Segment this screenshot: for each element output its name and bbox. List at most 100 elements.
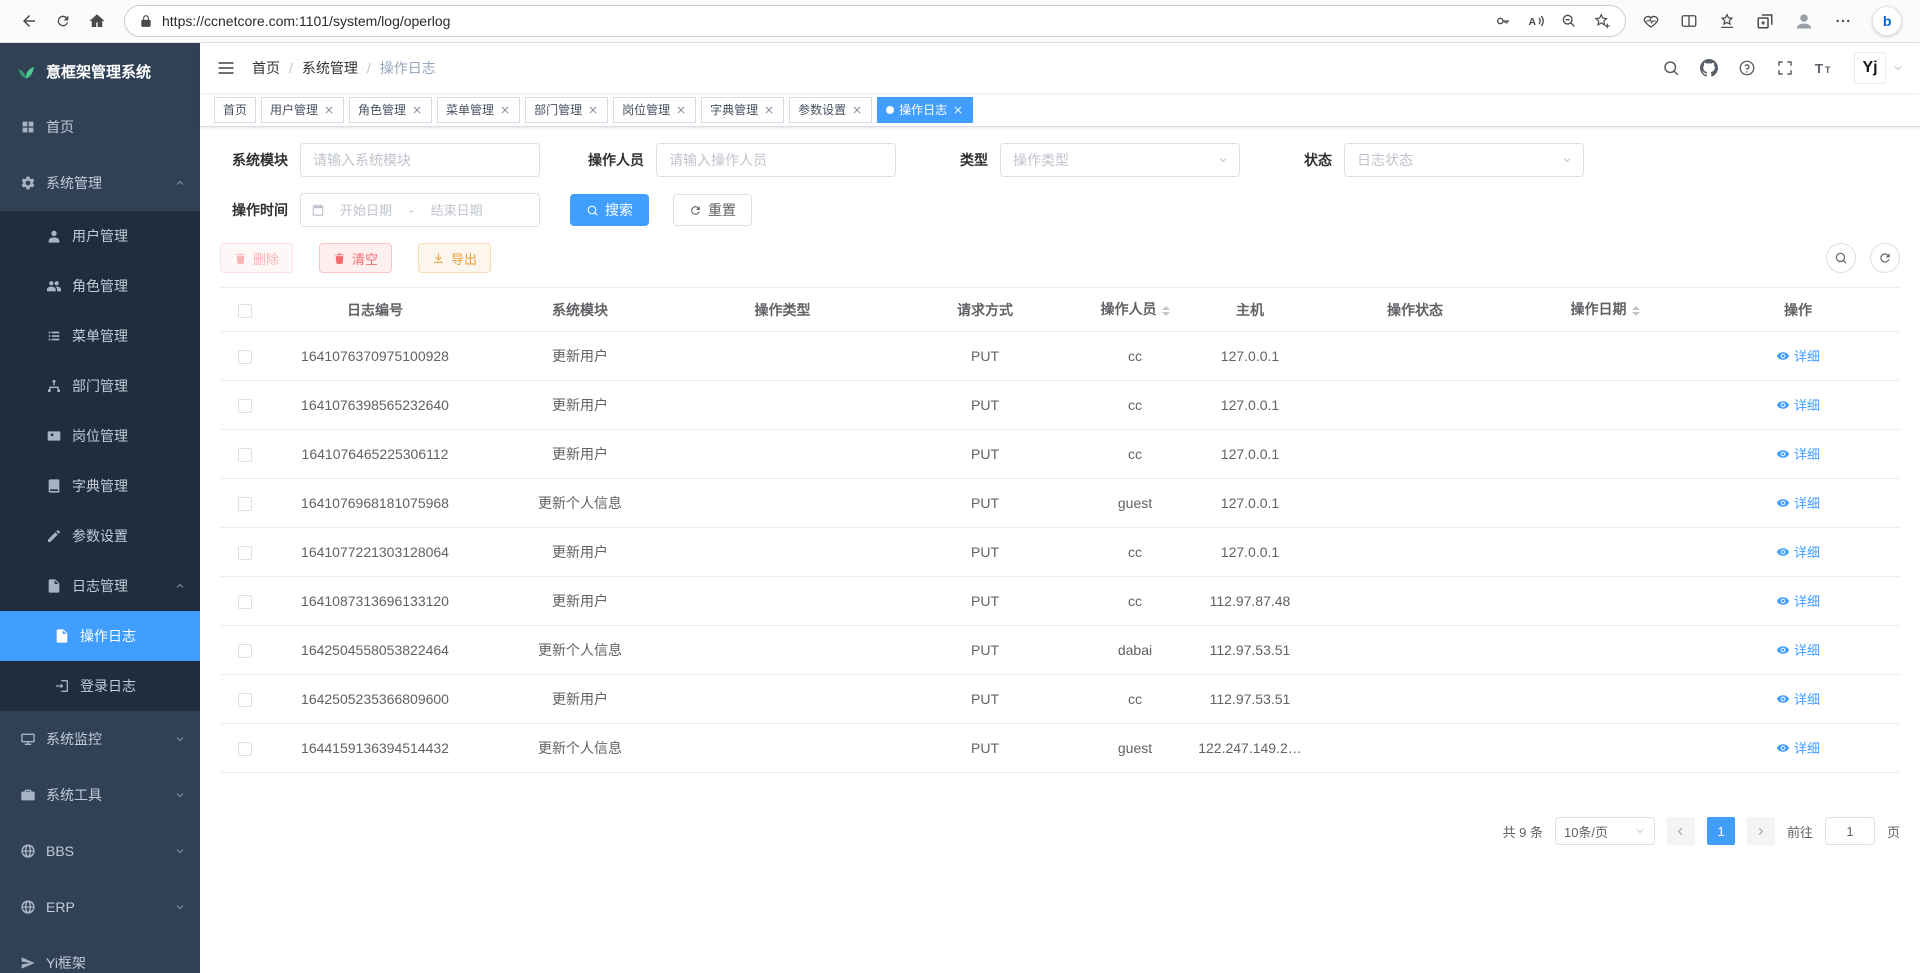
github-icon[interactable] [1700,59,1718,77]
row-checkbox[interactable] [238,448,252,462]
sidebar-item-system-mgmt[interactable]: 系统管理 [0,155,200,211]
row-checkbox[interactable] [238,350,252,364]
bing-copilot-icon[interactable] [1872,6,1902,36]
row-checkbox[interactable] [238,399,252,413]
reset-button[interactable]: 重置 [673,194,752,226]
close-icon[interactable] [763,104,775,116]
status-select[interactable]: 日志状态 [1344,143,1584,177]
row-checkbox[interactable] [238,546,252,560]
prev-page-button[interactable] [1667,817,1695,845]
sidebar-item-log-mgmt[interactable]: 日志管理 [0,561,200,611]
close-icon[interactable] [952,104,964,116]
type-select[interactable]: 操作类型 [1000,143,1240,177]
sidebar-item-post-mgmt[interactable]: 岗位管理 [0,411,200,461]
browser-refresh-button[interactable] [46,5,80,37]
tab-post-mgmt[interactable]: 岗位管理 [613,97,696,123]
password-key-icon[interactable] [1495,13,1511,29]
date-start-input[interactable] [329,203,403,218]
sidebar-item-oper-log[interactable]: 操作日志 [0,611,200,661]
sidebar-item-role-mgmt[interactable]: 角色管理 [0,261,200,311]
header-search-icon[interactable] [1662,59,1680,77]
search-button[interactable]: 搜索 [570,194,649,226]
browser-back-button[interactable] [12,5,46,37]
delete-button[interactable]: 删除 [220,243,293,273]
help-icon[interactable] [1738,59,1756,77]
sidebar-item-home[interactable]: 首页 [0,99,200,155]
export-button[interactable]: 导出 [418,243,491,273]
user-menu[interactable]: Yj [1854,52,1904,84]
detail-link[interactable]: 详细 [1776,542,1820,561]
goto-page-input[interactable] [1825,817,1875,845]
operator-input[interactable] [656,143,896,177]
sidebar-item-dict-mgmt[interactable]: 字典管理 [0,461,200,511]
tab-dept-mgmt[interactable]: 部门管理 [525,97,608,123]
sidebar-item-erp[interactable]: ERP [0,879,200,935]
tab-oper-log[interactable]: 操作日志 [877,97,973,123]
browser-settings-more-icon[interactable] [1834,12,1852,30]
favorites-add-icon[interactable] [1593,12,1611,30]
toggle-search-button[interactable] [1826,243,1856,273]
browser-essentials-icon[interactable] [1642,12,1660,30]
read-aloud-icon[interactable] [1527,12,1545,30]
row-checkbox[interactable] [238,497,252,511]
page-size-select[interactable]: 10条/页 [1555,817,1655,845]
detail-link[interactable]: 详细 [1776,591,1820,610]
next-page-button[interactable] [1747,817,1775,845]
browser-home-button[interactable] [80,5,114,37]
zoom-out-icon[interactable] [1561,13,1577,29]
sidebar-item-login-log[interactable]: 登录日志 [0,661,200,711]
breadcrumb-system-mgmt[interactable]: 系统管理 [302,58,358,78]
col-date-sortable[interactable]: 操作日期 [1515,288,1695,332]
detail-link[interactable]: 详细 [1776,689,1820,708]
date-end-input[interactable] [420,203,494,218]
tab-role-mgmt[interactable]: 角色管理 [349,97,432,123]
sidebar-item-param-settings[interactable]: 参数设置 [0,511,200,561]
sidebar-item-menu-mgmt[interactable]: 菜单管理 [0,311,200,361]
hamburger-icon[interactable] [216,58,236,78]
row-checkbox[interactable] [238,693,252,707]
row-checkbox[interactable] [238,742,252,756]
module-input[interactable] [300,143,540,177]
date-range-picker[interactable]: - [300,193,540,227]
row-checkbox[interactable] [238,644,252,658]
fullscreen-icon[interactable] [1776,59,1794,77]
clear-button[interactable]: 清空 [319,243,392,273]
tab-user-mgmt[interactable]: 用户管理 [261,97,344,123]
browser-profile-avatar[interactable] [1794,11,1814,31]
close-icon[interactable] [499,104,511,116]
close-icon[interactable] [323,104,335,116]
favorites-icon[interactable] [1718,12,1736,30]
detail-link[interactable]: 详细 [1776,346,1820,365]
collections-icon[interactable] [1756,12,1774,30]
col-operator-sortable[interactable]: 操作人员 [1085,288,1185,332]
row-checkbox[interactable] [238,595,252,609]
sidebar-item-sys-tools[interactable]: 系统工具 [0,767,200,823]
sidebar-item-user-mgmt[interactable]: 用户管理 [0,211,200,261]
refresh-table-button[interactable] [1870,243,1900,273]
address-bar[interactable]: https://ccnetcore.com:1101/system/log/op… [124,5,1626,37]
sidebar-item-sys-monitor[interactable]: 系统监控 [0,711,200,767]
close-icon[interactable] [411,104,423,116]
font-size-icon[interactable] [1814,58,1834,78]
tab-menu-mgmt[interactable]: 菜单管理 [437,97,520,123]
breadcrumb-home[interactable]: 首页 [252,58,280,78]
detail-link[interactable]: 详细 [1776,444,1820,463]
select-all-checkbox[interactable] [238,304,252,318]
sidebar-item-bbs[interactable]: BBS [0,823,200,879]
login-icon [54,678,70,694]
split-screen-icon[interactable] [1680,12,1698,30]
tab-dict-mgmt[interactable]: 字典管理 [701,97,784,123]
chevron-down-icon [174,845,186,857]
detail-link[interactable]: 详细 [1776,640,1820,659]
detail-link[interactable]: 详细 [1776,738,1820,757]
detail-link[interactable]: 详细 [1776,395,1820,414]
close-icon[interactable] [675,104,687,116]
close-icon[interactable] [587,104,599,116]
sidebar-item-yi-framework[interactable]: Yi框架 [0,935,200,973]
page-1-button[interactable]: 1 [1707,817,1735,845]
detail-link[interactable]: 详细 [1776,493,1820,512]
close-icon[interactable] [851,104,863,116]
tab-home[interactable]: 首页 [214,97,256,123]
sidebar-item-dept-mgmt[interactable]: 部门管理 [0,361,200,411]
tab-param-settings[interactable]: 参数设置 [789,97,872,123]
